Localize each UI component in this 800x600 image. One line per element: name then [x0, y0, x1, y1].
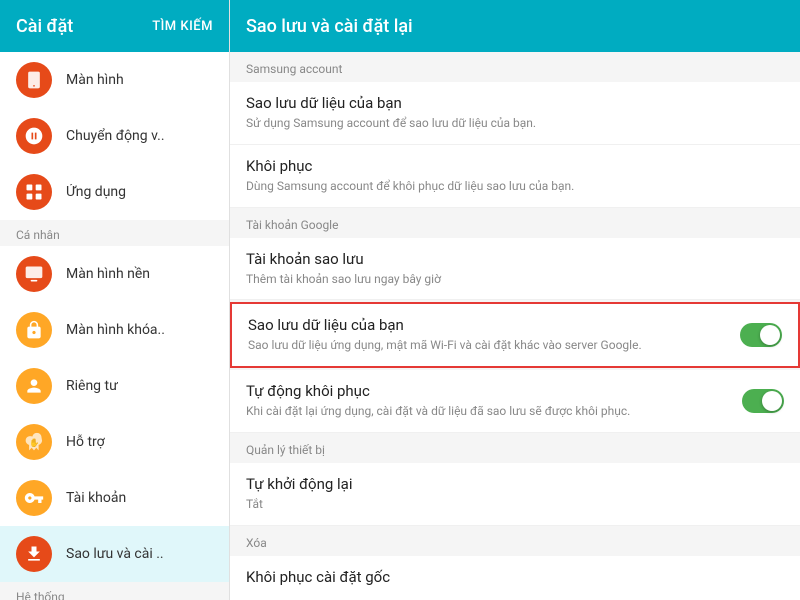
man-hinh-khoa-label: Màn hình khóa.. [66, 322, 165, 338]
khoi-phuc-desc: Dùng Samsung account để khôi phục dữ liệ… [246, 178, 784, 195]
sidebar-item-ho-tro[interactable]: ✋ Hỗ trợ [0, 414, 229, 470]
sao-luu-samsung-item[interactable]: Sao lưu dữ liệu của bạn Sử dụng Samsung … [230, 82, 800, 145]
sidebar-item-sao-luu[interactable]: Sao lưu và cài .. [0, 526, 229, 582]
content-panel: Sao lưu và cài đặt lại Samsung account S… [230, 0, 800, 600]
sidebar-item-chuyen-dong[interactable]: Chuyển động v.. [0, 108, 229, 164]
sao-luu-label: Sao lưu và cài .. [66, 546, 164, 562]
sao-luu-google-title: Sao lưu dữ liệu của bạn [248, 316, 730, 334]
tu-khoi-dong-lai-title: Tự khởi động lại [246, 475, 784, 493]
svg-text:✋: ✋ [29, 437, 39, 448]
tai-khoan-sao-luu-title: Tài khoản sao lưu [246, 250, 784, 268]
sidebar-item-rieng-tu[interactable]: Riêng tư [0, 358, 229, 414]
xoa-label: Xóa [230, 526, 800, 556]
rieng-tu-icon [16, 368, 52, 404]
man-hinh-nen-icon [16, 256, 52, 292]
sidebar-item-man-hinh-khoa[interactable]: Màn hình khóa.. [0, 302, 229, 358]
tu-khoi-dong-lai-desc: Tắt [246, 496, 784, 513]
tai-khoan-sao-luu-item[interactable]: Tài khoản sao lưu Thêm tài khoản sao lưu… [230, 238, 800, 301]
sidebar-title: Cài đặt [16, 16, 73, 37]
tu-dong-khoi-phuc-desc: Khi cài đặt lại ứng dụng, cài đặt và dữ … [246, 403, 732, 420]
khoi-phuc-goc-title: Khôi phục cài đặt gốc [246, 568, 784, 586]
tai-khoan-label: Tài khoản [66, 490, 126, 506]
tu-dong-khoi-phuc-title: Tự động khôi phục [246, 382, 732, 400]
khoi-phuc-item[interactable]: Khôi phục Dùng Samsung account để khôi p… [230, 145, 800, 208]
tai-khoan-sao-luu-desc: Thêm tài khoản sao lưu ngay bây giờ [246, 271, 784, 288]
tu-khoi-dong-lai-item[interactable]: Tự khởi động lại Tắt [230, 463, 800, 526]
quan-ly-thiet-bi-label: Quản lý thiết bị [230, 433, 800, 463]
content-title: Sao lưu và cài đặt lại [246, 16, 413, 37]
google-account-label: Tài khoản Google [230, 208, 800, 238]
khoi-phuc-title: Khôi phục [246, 157, 784, 175]
chuyen-dong-label: Chuyển động v.. [66, 128, 165, 144]
man-hinh-icon [16, 62, 52, 98]
sidebar-item-man-hinh-nen[interactable]: Màn hình nền [0, 246, 229, 302]
sao-luu-google-toggle[interactable] [740, 323, 782, 347]
rieng-tu-label: Riêng tư [66, 378, 118, 394]
sidebar-item-man-hinh[interactable]: Màn hình [0, 52, 229, 108]
sidebar-search-button[interactable]: TÌM KIẾM [152, 19, 213, 34]
sao-luu-google-item[interactable]: Sao lưu dữ liệu của bạn Sao lưu dữ liệu … [230, 302, 800, 368]
ho-tro-icon: ✋ [16, 424, 52, 460]
sidebar-item-tai-khoan[interactable]: Tài khoản [0, 470, 229, 526]
man-hinh-label: Màn hình [66, 72, 124, 88]
ung-dung-icon [16, 174, 52, 210]
sidebar-header: Cài đặt TÌM KIẾM [0, 0, 229, 52]
khoi-phuc-goc-item[interactable]: Khôi phục cài đặt gốc [230, 556, 800, 600]
ca-nhan-section-label: Cá nhân [0, 220, 229, 246]
sidebar-item-ung-dung[interactable]: Ứng dụng [0, 164, 229, 220]
ho-tro-label: Hỗ trợ [66, 434, 105, 450]
sao-luu-samsung-desc: Sử dụng Samsung account để sao lưu dữ li… [246, 115, 784, 132]
sidebar: Cài đặt TÌM KIẾM Màn hình Chuyển động v.… [0, 0, 230, 600]
he-thong-section-label: Hệ thống [0, 582, 229, 600]
man-hinh-nen-label: Màn hình nền [66, 266, 150, 282]
samsung-account-label: Samsung account [230, 52, 800, 82]
sidebar-scroll: Màn hình Chuyển động v.. Ứng dụng Cá nhâ… [0, 52, 229, 600]
sao-luu-google-desc: Sao lưu dữ liệu ứng dụng, mật mã Wi-Fi v… [248, 337, 730, 354]
content-header: Sao lưu và cài đặt lại [230, 0, 800, 52]
man-hinh-khoa-icon [16, 312, 52, 348]
tai-khoan-icon [16, 480, 52, 516]
tu-dong-khoi-phuc-toggle[interactable] [742, 389, 784, 413]
tu-dong-khoi-phuc-item[interactable]: Tự động khôi phục Khi cài đặt lại ứng dụ… [230, 370, 800, 433]
sao-luu-icon [16, 536, 52, 572]
sao-luu-samsung-title: Sao lưu dữ liệu của bạn [246, 94, 784, 112]
chuyen-dong-icon [16, 118, 52, 154]
ung-dung-label: Ứng dụng [66, 184, 126, 200]
